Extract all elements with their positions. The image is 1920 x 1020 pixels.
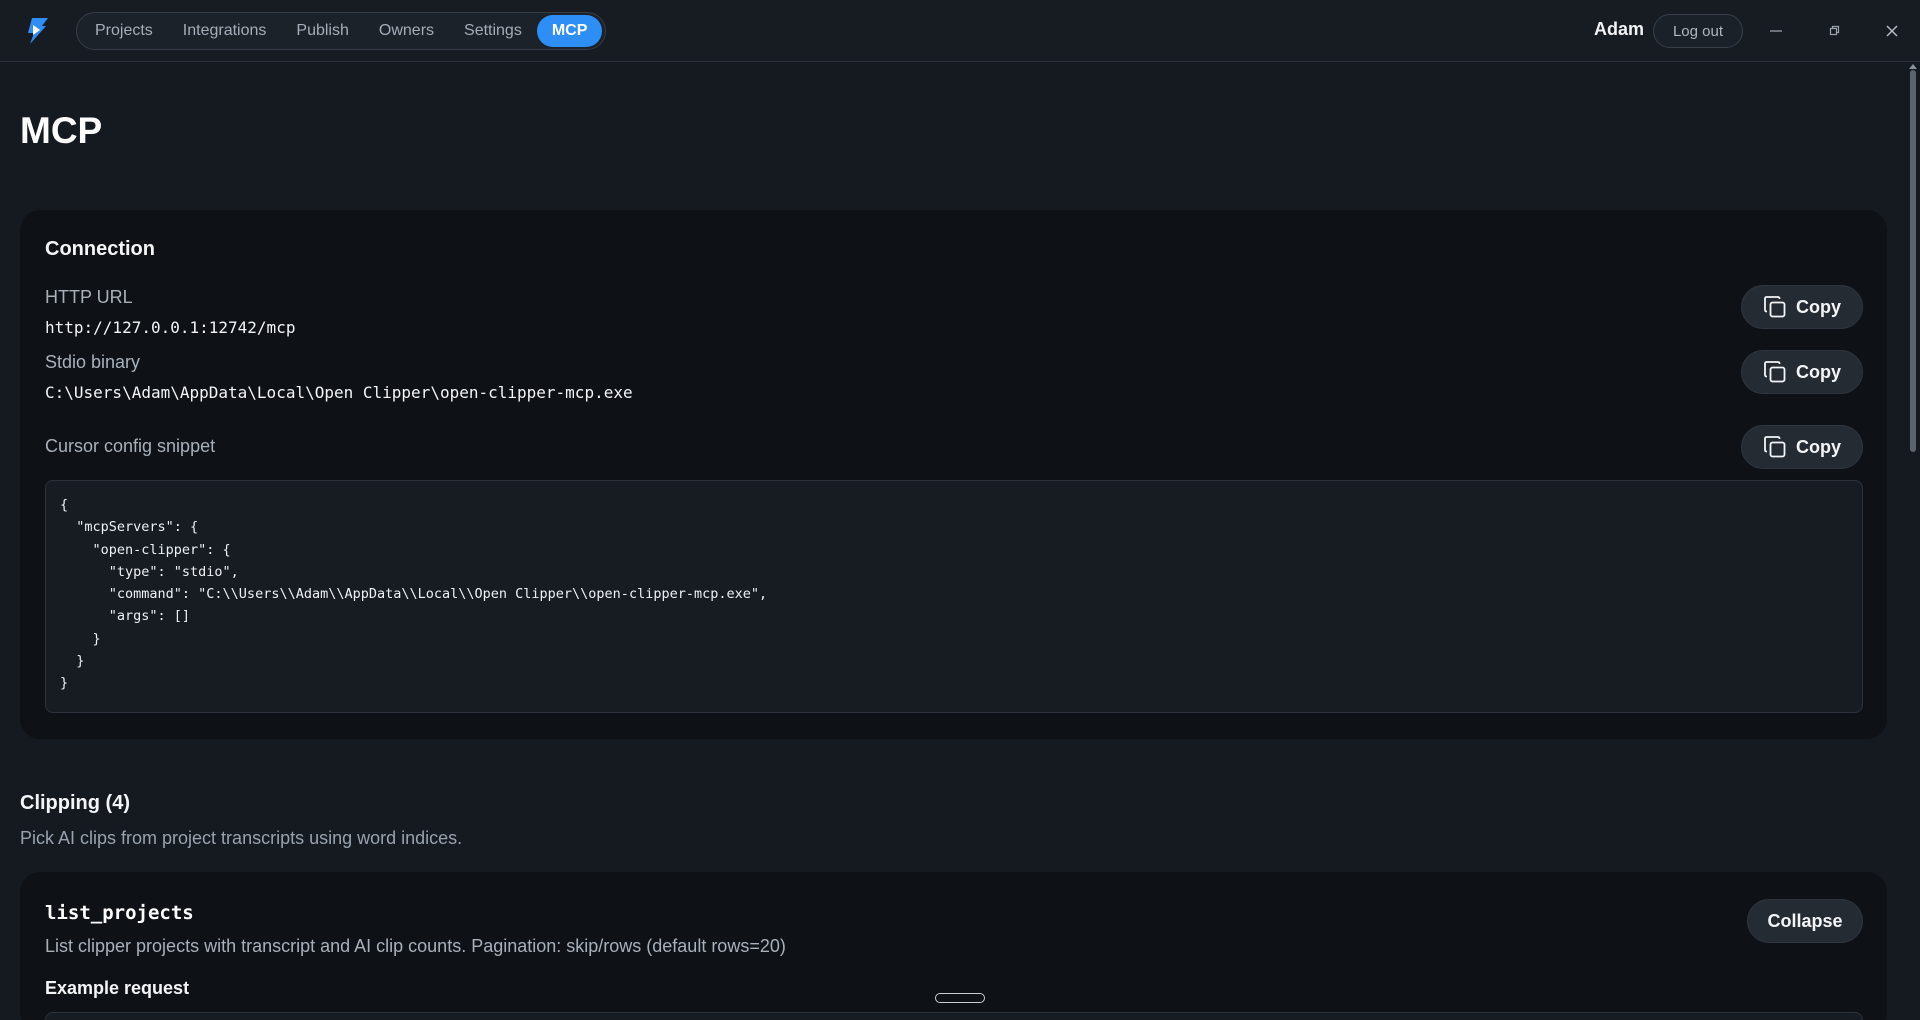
nav-item-publish[interactable]: Publish	[281, 15, 363, 47]
main-nav: Projects Integrations Publish Owners Set…	[76, 12, 607, 50]
copy-stdio-binary-button[interactable]: Copy	[1741, 350, 1863, 394]
copy-label: Copy	[1796, 361, 1841, 382]
close-button[interactable]	[1877, 16, 1907, 46]
restore-icon	[1829, 25, 1840, 36]
stdio-binary-value: C:\Users\Adam\AppData\Local\Open Clipper…	[45, 383, 633, 402]
logout-button[interactable]: Log out	[1653, 14, 1743, 48]
collapse-button[interactable]: Collapse	[1747, 899, 1863, 943]
minimize-icon	[1770, 30, 1782, 32]
nav-item-integrations[interactable]: Integrations	[168, 15, 282, 47]
connection-card: Connection HTTP URL http://127.0.0.1:127…	[20, 210, 1887, 739]
clipping-section-title: Clipping (4)	[20, 792, 130, 814]
copy-icon	[1764, 296, 1786, 318]
example-request-label: Example request	[45, 978, 190, 998]
copy-icon	[1764, 436, 1786, 458]
close-icon	[1886, 25, 1898, 37]
minimize-button[interactable]	[1761, 16, 1791, 46]
config-snippet-code: { "mcpServers": { "open-clipper": { "typ…	[60, 497, 768, 692]
scroll-up-arrow-icon[interactable]	[1909, 64, 1917, 69]
http-url-value: http://127.0.0.1:12742/mcp	[45, 318, 296, 337]
clipping-section-subtitle: Pick AI clips from project transcripts u…	[20, 828, 463, 848]
nav-item-settings[interactable]: Settings	[449, 15, 537, 47]
nav-item-mcp[interactable]: MCP	[536, 15, 603, 47]
example-request-box	[45, 1012, 1863, 1020]
title-bar: Projects Integrations Publish Owners Set…	[0, 0, 1920, 62]
page-title: MCP	[20, 110, 103, 151]
copy-cursor-config-button[interactable]: Copy	[1741, 425, 1863, 469]
nav-item-projects[interactable]: Projects	[80, 15, 168, 47]
scroll-indicator-pill[interactable]	[935, 993, 985, 1003]
copy-label: Copy	[1796, 436, 1841, 457]
copy-http-url-button[interactable]: Copy	[1741, 285, 1863, 329]
tool-name: list_projects	[45, 902, 194, 924]
connection-title: Connection	[45, 238, 155, 260]
app-logo-icon	[28, 18, 48, 44]
tool-description: List clipper projects with transcript an…	[45, 936, 786, 956]
page-scrollbar[interactable]	[1906, 62, 1920, 1020]
copy-label: Copy	[1796, 296, 1841, 317]
http-url-label: HTTP URL	[45, 287, 133, 307]
maximize-button[interactable]	[1819, 16, 1849, 46]
user-name: Adam	[1594, 19, 1645, 39]
nav-item-owners[interactable]: Owners	[364, 15, 449, 47]
scroll-thumb[interactable]	[1910, 70, 1916, 452]
cursor-config-snippet[interactable]: { "mcpServers": { "open-clipper": { "typ…	[45, 480, 1863, 713]
cursor-config-label: Cursor config snippet	[45, 436, 216, 456]
stdio-binary-label: Stdio binary	[45, 352, 141, 372]
copy-icon	[1764, 361, 1786, 383]
